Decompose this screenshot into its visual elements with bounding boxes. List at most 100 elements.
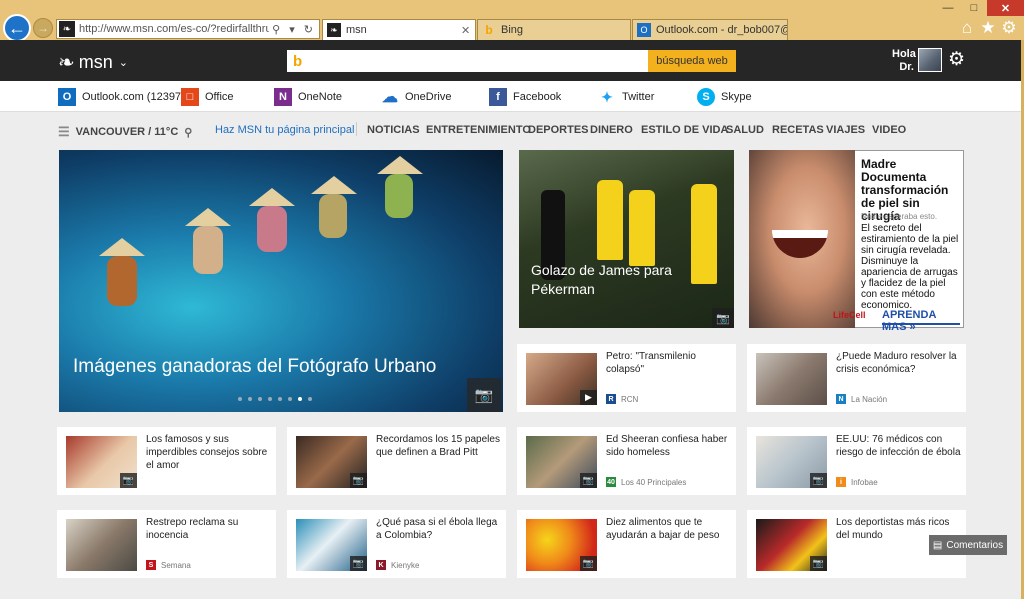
search-box[interactable]: b (287, 50, 648, 72)
chevron-down-icon: ⌄ (118, 57, 128, 69)
dropdown-icon[interactable]: ▾ (289, 24, 298, 36)
news-source: K Kienyke (376, 560, 419, 570)
play-icon: ▶ (580, 390, 597, 405)
carousel-dot[interactable] (258, 397, 262, 401)
feature-title[interactable]: Golazo de James para Pékerman (531, 261, 681, 299)
source-name: Infobae (851, 477, 878, 487)
nav-video[interactable]: VIDEO (872, 124, 906, 136)
news-card[interactable]: ▶ Petro: "Transmilenio colapsó" R RCN (517, 344, 736, 412)
link-onedrive[interactable]: ☁ OneDrive (381, 87, 451, 107)
carousel-dot[interactable] (268, 397, 272, 401)
hero-title[interactable]: Imágenes ganadoras del Fotógrafo Urbano (73, 356, 436, 378)
nav-salud[interactable]: SALUD (726, 124, 764, 136)
ad-body: El secreto del estiramiento de la piel s… (861, 223, 959, 311)
news-card[interactable]: 📷 ¿Qué pasa si el ébola llega a Colombia… (287, 510, 506, 578)
carousel-dot[interactable] (248, 397, 252, 401)
link-label: OneDrive (405, 91, 452, 103)
news-card[interactable]: Restrepo reclama su inocencia S Semana (57, 510, 276, 578)
news-title: Los famosos y sus imperdibles consejos s… (146, 434, 268, 471)
link-outlook[interactable]: O Outlook.com (12397) (58, 87, 185, 107)
news-card[interactable]: 📷 Ed Sheeran confiesa haber sido homeles… (517, 427, 736, 495)
source-logo-icon: N (836, 394, 846, 404)
home-icon[interactable]: ⌂ (958, 18, 976, 38)
news-card[interactable]: 📷 Los famosos y sus imperdibles consejos… (57, 427, 276, 495)
avatar[interactable] (918, 48, 942, 72)
bing-favicon-icon: b (485, 23, 493, 37)
carousel-dot[interactable] (238, 397, 242, 401)
feature-image[interactable] (519, 150, 734, 328)
minimize-icon[interactable]: — (935, 0, 961, 16)
carousel-dots[interactable] (238, 397, 312, 401)
nav-noticias[interactable]: NOTICIAS (367, 124, 420, 136)
source-name: Los 40 Principales (621, 477, 687, 487)
tab-label: msn (346, 24, 367, 36)
ad-cta-button[interactable]: APRENDA MAS » (882, 309, 960, 333)
carousel-dot[interactable] (278, 397, 282, 401)
person-shape (193, 226, 223, 274)
weather[interactable]: ☰ VANCOUVER / 11°C ⚲ (58, 124, 192, 140)
tab-outlook[interactable]: O Outlook.com - dr_bob007@ho... (632, 19, 788, 40)
ad-subtitle: Nadie esperaba esto. (861, 212, 938, 221)
search-icon[interactable]: ⚲ (272, 24, 283, 36)
camera-icon: 📷 (810, 473, 827, 488)
search-input[interactable] (302, 50, 648, 72)
skype-icon: S (697, 88, 715, 106)
link-onenote[interactable]: N OneNote (274, 87, 342, 107)
source-logo-icon: i (836, 477, 846, 487)
url-text[interactable]: http://www.msn.com/es-co/?redirfallthru=… (79, 23, 269, 35)
player-shape (691, 184, 717, 284)
news-title: Ed Sheeran confiesa haber sido homeless (606, 434, 728, 458)
star-icon[interactable]: ★ (979, 18, 997, 38)
link-skype[interactable]: S Skype (697, 87, 752, 107)
news-thumbnail: 📷 (296, 519, 367, 571)
source-logo-icon: 40 (606, 477, 616, 487)
news-card[interactable]: 📷 EE.UU: 76 médicos con riesgo de infecc… (747, 427, 966, 495)
nav-dinero[interactable]: DINERO (590, 124, 633, 136)
person-shape (257, 206, 287, 252)
search-button[interactable]: búsqueda web (648, 50, 736, 72)
nav-entretenimiento[interactable]: ENTRETENIMIENTO (426, 124, 531, 136)
nav-deportes[interactable]: DEPORTES (528, 124, 589, 136)
onedrive-icon: ☁ (382, 89, 398, 106)
camera-icon: 📷 (350, 556, 367, 571)
address-actions[interactable]: ⚲ ▾ ↻ (269, 23, 319, 36)
link-office[interactable]: □ Office (181, 87, 234, 107)
news-title: Petro: "Transmilenio colapsó" (606, 351, 696, 375)
back-arrow-icon[interactable]: ← (3, 14, 31, 42)
nav-recetas[interactable]: RECETAS (772, 124, 824, 136)
maximize-icon[interactable]: □ (961, 0, 987, 16)
carousel-dot[interactable] (288, 397, 292, 401)
tab-msn[interactable]: ❧ msn ✕ (322, 19, 476, 40)
camera-icon: 📷 (120, 473, 137, 488)
comments-label: Comentarios (946, 539, 1004, 551)
nav-viajes[interactable]: VIAJES (826, 124, 865, 136)
camera-icon: 📷 (350, 473, 367, 488)
ad-logo: LifeCell (833, 310, 866, 320)
refresh-icon[interactable]: ↻ (304, 24, 316, 36)
link-twitter[interactable]: ✦ Twitter (598, 87, 654, 107)
news-title: Diez alimentos que te ayudarán a bajar d… (606, 517, 720, 541)
close-tab-icon[interactable]: ✕ (461, 24, 475, 37)
facebook-icon: f (489, 88, 507, 106)
carousel-dot[interactable] (298, 397, 302, 401)
msn-logo[interactable]: ❧ msn ⌄ (58, 50, 128, 75)
gear-icon[interactable]: ⚙ (1000, 18, 1018, 38)
news-card[interactable]: 📷 Recordamos los 15 papeles que definen … (287, 427, 506, 495)
news-card[interactable]: ¿Puede Maduro resolver la crisis económi… (747, 344, 966, 412)
news-card[interactable]: 📷 Diez alimentos que te ayudarán a bajar… (517, 510, 736, 578)
carousel-dot[interactable] (308, 397, 312, 401)
settings-gear-icon[interactable]: ⚙ (948, 48, 965, 71)
news-title: Recordamos los 15 papeles que definen a … (376, 434, 500, 458)
tab-bing[interactable]: b Bing (477, 19, 631, 40)
close-window-icon[interactable]: ✕ (987, 0, 1024, 16)
comment-icon: ▤ (932, 539, 943, 551)
nav-estilo-de-vida[interactable]: ESTILO DE VIDA (641, 124, 728, 136)
address-bar[interactable]: ❧ http://www.msn.com/es-co/?redirfallthr… (56, 19, 320, 39)
comments-button[interactable]: ▤ Comentarios (929, 535, 1007, 555)
link-facebook[interactable]: f Facebook (489, 87, 561, 107)
forward-arrow-icon[interactable]: → (33, 18, 53, 38)
source-name: La Nación (851, 394, 888, 404)
news-thumbnail: ▶ (526, 353, 597, 405)
make-homepage-link[interactable]: Haz MSN tu página principal (215, 124, 354, 136)
link-label: Twitter (622, 91, 655, 103)
